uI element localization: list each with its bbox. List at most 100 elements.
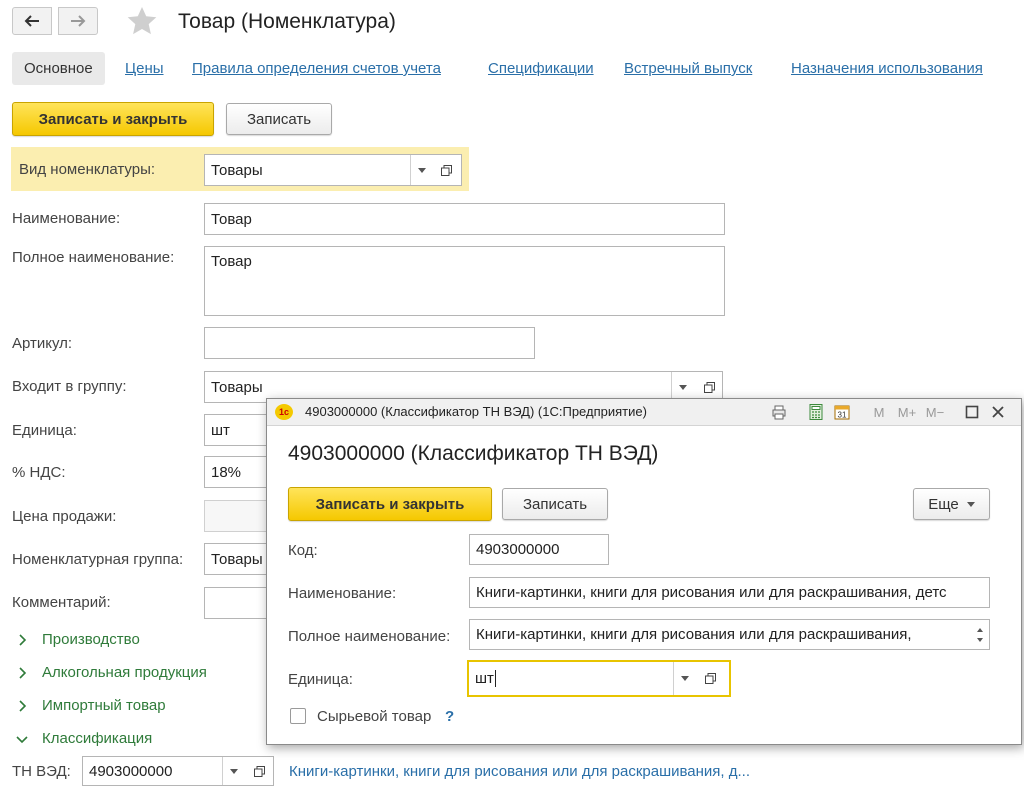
memory-m-button[interactable]: M: [870, 403, 888, 421]
unit-value: шт: [211, 421, 230, 439]
open-icon: [703, 381, 715, 393]
raw-material-label: Сырьевой товар: [317, 708, 432, 725]
dialog-unit-label: Единица:: [288, 671, 353, 688]
print-icon[interactable]: [770, 403, 788, 421]
close-icon[interactable]: [989, 403, 1007, 421]
classifier-dialog: 1с 4903000000 (Классификатор ТН ВЭД) (1С…: [266, 398, 1022, 745]
dialog-name-value: Книги-картинки, книги для рисования или …: [476, 584, 947, 601]
chevron-right-icon: [19, 633, 27, 646]
open-button[interactable]: [435, 155, 457, 185]
memory-plus-button[interactable]: M+: [895, 403, 919, 421]
back-button[interactable]: [12, 7, 52, 35]
dropdown-button[interactable]: [222, 757, 245, 785]
vid-value: Товары: [211, 161, 263, 179]
text-cursor: [494, 670, 496, 687]
group-classification[interactable]: Классификация: [16, 730, 152, 747]
dialog-fullname-label: Полное наименование:: [288, 628, 451, 645]
unit-label: Единица:: [12, 422, 77, 439]
name-field[interactable]: Товар: [204, 203, 725, 235]
vid-label: Вид номенклатуры:: [19, 161, 156, 178]
open-icon: [704, 673, 716, 684]
dialog-unit-value: шт: [475, 670, 494, 687]
chevron-down-icon: [16, 735, 28, 743]
calculator-icon[interactable]: [807, 403, 825, 421]
fullname-value: Товар: [211, 253, 252, 270]
chevron-right-icon: [19, 699, 27, 712]
chevron-right-icon: [19, 666, 27, 679]
dialog-window-title: 4903000000 (Классификатор ТН ВЭД) (1С:Пр…: [305, 404, 647, 419]
dialog-title: 4903000000 (Классификатор ТН ВЭД): [288, 442, 659, 465]
group-alcohol[interactable]: Алкогольная продукция: [16, 664, 207, 681]
group-label: Входит в группу:: [12, 378, 127, 395]
open-button[interactable]: [699, 662, 721, 695]
open-icon: [253, 765, 265, 777]
save-and-close-button[interactable]: Записать и закрыть: [12, 102, 214, 136]
tnved-field[interactable]: 4903000000: [82, 756, 274, 786]
dialog-fullname-value: Книги-картинки, книги для рисования или …: [476, 626, 912, 643]
article-label: Артикул:: [12, 335, 73, 352]
dialog-save-button[interactable]: Записать: [502, 488, 608, 520]
dialog-fullname-field[interactable]: Книги-картинки, книги для рисования или …: [469, 619, 990, 650]
nomgroup-label: Номенклатурная группа:: [12, 551, 184, 568]
dialog-unit-field[interactable]: шт: [467, 660, 731, 697]
tab-account-rules[interactable]: Правила определения счетов учета: [192, 60, 441, 77]
vat-field[interactable]: 18%: [204, 456, 274, 488]
scroll-arrows-icon[interactable]: [975, 624, 985, 646]
group-value: Товары: [211, 378, 263, 396]
article-field[interactable]: [204, 327, 535, 359]
forward-button[interactable]: [58, 7, 98, 35]
tab-usage-purposes[interactable]: Назначения использования: [791, 60, 983, 77]
code-field[interactable]: 4903000000: [469, 534, 609, 565]
fullname-field[interactable]: Товар: [204, 246, 725, 316]
open-icon: [440, 164, 452, 176]
tnved-label: ТН ВЭД:: [12, 763, 71, 780]
dialog-save-and-close-button[interactable]: Записать и закрыть: [288, 487, 492, 521]
price-field: [204, 500, 274, 532]
comment-field[interactable]: [204, 587, 274, 619]
maximize-icon[interactable]: [963, 403, 981, 421]
arrow-left-icon: [24, 15, 39, 27]
dialog-name-field[interactable]: Книги-картинки, книги для рисования или …: [469, 577, 990, 608]
help-icon[interactable]: ?: [445, 708, 454, 725]
dialog-titlebar: 1с 4903000000 (Классификатор ТН ВЭД) (1С…: [267, 399, 1021, 426]
dropdown-button[interactable]: [410, 155, 433, 185]
code-value: 4903000000: [476, 541, 560, 558]
nomgroup-value: Товары: [211, 550, 263, 568]
group-import[interactable]: Импортный товар: [16, 697, 166, 714]
nomgroup-field[interactable]: Товары: [204, 543, 274, 575]
calendar-icon[interactable]: 31: [833, 403, 851, 421]
group-production[interactable]: Производство: [16, 631, 140, 648]
tab-main[interactable]: Основное: [12, 52, 105, 85]
comment-label: Комментарий:: [12, 594, 111, 611]
unit-field[interactable]: шт: [204, 414, 274, 446]
tab-counter-release[interactable]: Встречный выпуск: [624, 60, 752, 77]
arrow-right-icon: [71, 15, 86, 27]
more-button[interactable]: Еще: [913, 488, 990, 520]
fullname-label: Полное наименование:: [12, 249, 175, 266]
chevron-down-icon: [679, 384, 687, 390]
vat-label: % НДС:: [12, 464, 66, 481]
page-title: Товар (Номенклатура): [178, 10, 396, 33]
name-value: Товар: [211, 210, 252, 228]
vid-field[interactable]: Товары: [204, 154, 462, 186]
open-button[interactable]: [248, 757, 270, 785]
raw-material-checkbox[interactable]: [290, 708, 306, 724]
name-label: Наименование:: [12, 210, 121, 227]
save-button[interactable]: Записать: [226, 103, 332, 135]
dropdown-button[interactable]: [673, 662, 696, 695]
price-label: Цена продажи:: [12, 508, 117, 525]
chevron-down-icon: [230, 768, 238, 774]
chevron-down-icon: [418, 167, 426, 173]
memory-minus-button[interactable]: M−: [923, 403, 947, 421]
chevron-down-icon: [681, 676, 689, 681]
star-icon[interactable]: [126, 5, 158, 37]
vat-value: 18%: [211, 463, 242, 481]
app-logo-icon: 1с: [275, 404, 293, 420]
calendar-day: 31: [838, 411, 847, 420]
tnved-value: 4903000000: [89, 762, 173, 780]
tnved-description-link[interactable]: Книги-картинки, книги для рисования или …: [289, 763, 750, 780]
tab-specifications[interactable]: Спецификации: [488, 60, 594, 77]
chevron-down-icon: [966, 501, 975, 507]
code-label: Код:: [288, 542, 318, 559]
tab-prices[interactable]: Цены: [125, 60, 164, 77]
